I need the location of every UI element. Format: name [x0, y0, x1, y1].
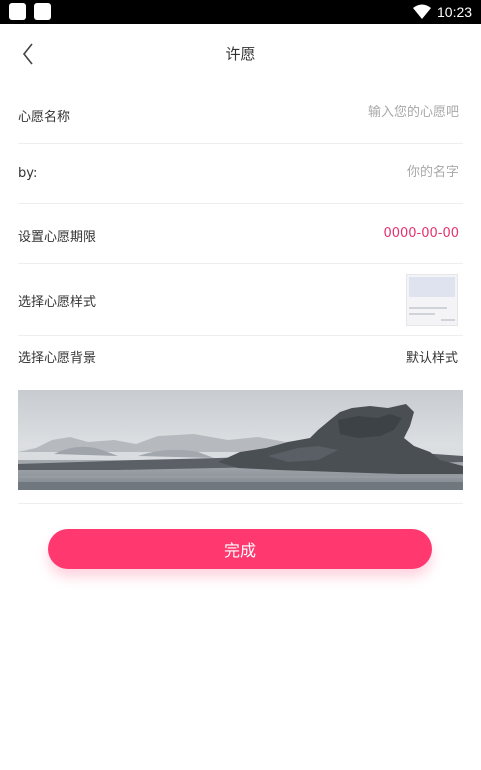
- wish-name-row[interactable]: 心愿名称: [18, 84, 463, 144]
- notification-square-icon: [34, 3, 51, 20]
- wish-background-row[interactable]: 选择心愿背景 默认样式: [18, 336, 463, 376]
- done-button[interactable]: 完成: [48, 529, 432, 569]
- wish-background-value[interactable]: 默认样式: [406, 347, 458, 366]
- wifi-icon: [413, 4, 431, 19]
- notification-square-icon: [9, 3, 26, 20]
- wish-style-row[interactable]: 选择心愿样式: [18, 264, 463, 336]
- status-bar: 10:23: [0, 0, 481, 24]
- wish-name-input[interactable]: [259, 105, 459, 120]
- misty-lake-landscape-image[interactable]: [18, 390, 463, 490]
- nav-bar: 许愿: [0, 24, 481, 84]
- wish-background-label: 选择心愿背景: [18, 351, 97, 366]
- by-label: by:: [18, 166, 38, 181]
- divider: [18, 503, 463, 504]
- wish-style-label: 选择心愿样式: [18, 295, 97, 310]
- wish-name-label: 心愿名称: [18, 110, 71, 125]
- by-row[interactable]: by:: [18, 144, 463, 204]
- deadline-date-value[interactable]: 0000-00-00: [383, 226, 459, 241]
- deadline-label: 设置心愿期限: [18, 230, 97, 245]
- page-title: 许愿: [225, 45, 256, 63]
- name-input[interactable]: [259, 165, 459, 180]
- deadline-row[interactable]: 设置心愿期限 0000-00-00: [18, 204, 463, 264]
- card-template-thumbnail[interactable]: [406, 274, 458, 326]
- status-time: 10:23: [437, 4, 473, 20]
